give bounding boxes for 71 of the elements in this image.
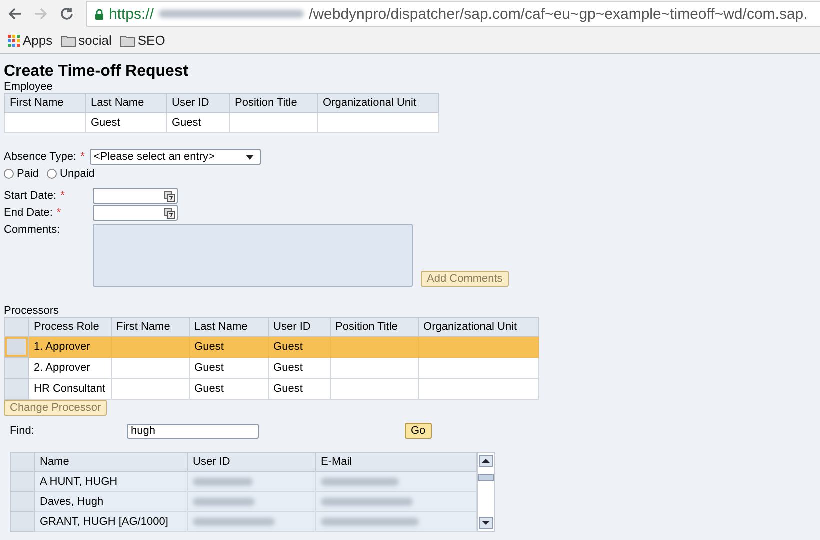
address-bar[interactable]: https:// /webdynpro/dispatcher/sap.com/caf~eu~gp~example~timeoff~wd/com.sap. [86, 1, 820, 27]
radio-button[interactable] [47, 168, 58, 178]
scroll-thumb[interactable] [478, 474, 494, 480]
column-header: Organizational Unit [318, 94, 438, 112]
calendar-icon[interactable] [164, 208, 175, 218]
field-label: Comments: [4, 224, 60, 236]
table-cell: Guest [166, 112, 230, 132]
column-header: User ID [166, 94, 230, 112]
table-cell: Guest [189, 336, 268, 358]
comments-field[interactable] [93, 224, 413, 287]
table-cell: Daves, Hugh [34, 492, 188, 512]
column-header: User ID [268, 318, 330, 336]
go-button[interactable]: Go [405, 423, 432, 439]
caret-icon [246, 154, 254, 160]
folder-icon [120, 34, 135, 46]
scrollbar[interactable] [477, 452, 495, 532]
url-scheme: https:// [109, 6, 154, 22]
row-selector [10, 452, 34, 472]
blurred-text [193, 498, 255, 506]
calendar-icon[interactable] [164, 190, 175, 202]
table-cell: 2. Approver [28, 358, 112, 378]
column-header: E-Mail [316, 452, 476, 472]
table-cell: Guest [268, 378, 330, 400]
column-header: Last Name [86, 94, 166, 112]
required-mark: * [80, 151, 85, 163]
find-field[interactable]: hugh [127, 424, 259, 438]
column-header: Position Title [230, 94, 318, 112]
table-cell: Guest [86, 112, 166, 132]
lock-icon [95, 8, 104, 20]
radio-option[interactable]: Paid [4, 168, 40, 180]
table-cell: Guest [268, 336, 330, 358]
scroll-up-icon[interactable] [479, 455, 493, 467]
url-path: /webdynpro/dispatcher/sap.com/caf~eu~gp~example~timeoff~wd/com.sap. [309, 6, 808, 22]
field-label: End Date: [4, 207, 53, 219]
column-header: Organizational Unit [418, 318, 538, 336]
table-cell: A HUNT, HUGH [34, 472, 188, 492]
bookmark[interactable]: Apps [8, 33, 53, 48]
radio-option[interactable]: Unpaid [47, 168, 95, 180]
folder-icon [60, 34, 76, 46]
table-cell: 1. Approver [28, 336, 112, 358]
date-field[interactable] [93, 188, 178, 204]
bookmark[interactable]: social [60, 33, 112, 48]
required-mark: * [56, 207, 62, 219]
column-header: First Name [111, 318, 190, 336]
field-label: Absence Type: [4, 151, 77, 163]
field-label: Find: [10, 425, 36, 437]
column-header: User ID [188, 452, 316, 472]
radio-button[interactable] [4, 168, 14, 178]
column-header: Last Name [189, 318, 268, 336]
scroll-down-icon[interactable] [479, 517, 493, 529]
column-header: Name [34, 452, 188, 472]
section-label: Employee [4, 81, 54, 93]
back-icon[interactable] [8, 7, 22, 21]
table-cell: GRANT, HUGH [AG/1000] [34, 512, 188, 532]
blurred-text [193, 478, 253, 486]
table-cell: Guest [189, 378, 268, 400]
required-mark: * [60, 190, 65, 202]
bookmark[interactable]: SEO [120, 33, 166, 48]
column-header: First Name [4, 94, 86, 112]
table-cell: Guest [268, 358, 330, 378]
apps-grid-icon [8, 34, 20, 46]
table-cell: Guest [189, 358, 268, 378]
column-header: Position Title [330, 318, 418, 336]
section-label: Processors [4, 305, 60, 317]
reload-icon[interactable] [60, 7, 74, 21]
date-field[interactable] [93, 205, 178, 221]
field-label: Start Date: [4, 190, 57, 202]
page-title: Create Time-off Request [4, 63, 190, 81]
column-header: Process Role [28, 318, 112, 336]
row-selector [4, 318, 28, 336]
absence-type-dropdown[interactable]: <Please select an entry> [90, 149, 261, 165]
